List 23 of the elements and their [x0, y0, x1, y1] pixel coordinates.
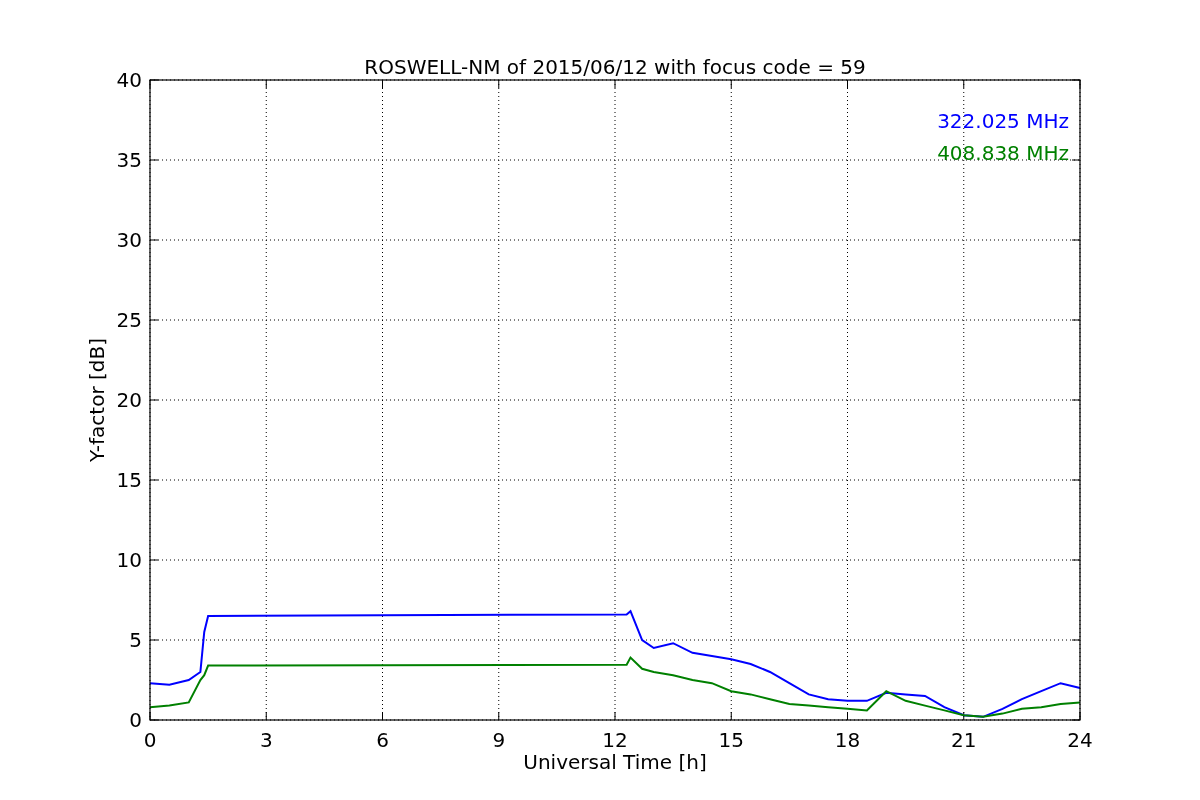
axis-label: Universal Time [h]	[523, 750, 707, 774]
tick-label: 20	[116, 388, 142, 412]
tick-label: 10	[116, 548, 142, 572]
tick-label: 25	[116, 308, 142, 332]
tick-label: 3	[259, 728, 273, 752]
tick-label: 15	[718, 728, 744, 752]
tick-label: 0	[129, 708, 142, 732]
tick-label: 21	[951, 728, 977, 752]
axis-label: Y-factor [dB]	[85, 338, 109, 462]
tick-label: 15	[116, 468, 142, 492]
chart-title: ROSWELL-NM of 2015/06/12 with focus code = 59	[364, 55, 866, 79]
legend-label: 408.838 MHz	[937, 141, 1069, 165]
tick-label: 9	[492, 728, 506, 752]
tick-label: 18	[834, 728, 861, 752]
tick-label: 0	[143, 728, 157, 752]
tick-label: 6	[376, 728, 389, 752]
tick-label: 35	[116, 148, 142, 172]
tick-label: 24	[1067, 728, 1093, 752]
tick-label: 30	[116, 228, 142, 252]
tick-label: 5	[129, 628, 142, 652]
tick-label: 12	[602, 728, 628, 752]
legend-label: 322.025 MHz	[937, 109, 1069, 133]
tick-label: 40	[116, 68, 142, 92]
